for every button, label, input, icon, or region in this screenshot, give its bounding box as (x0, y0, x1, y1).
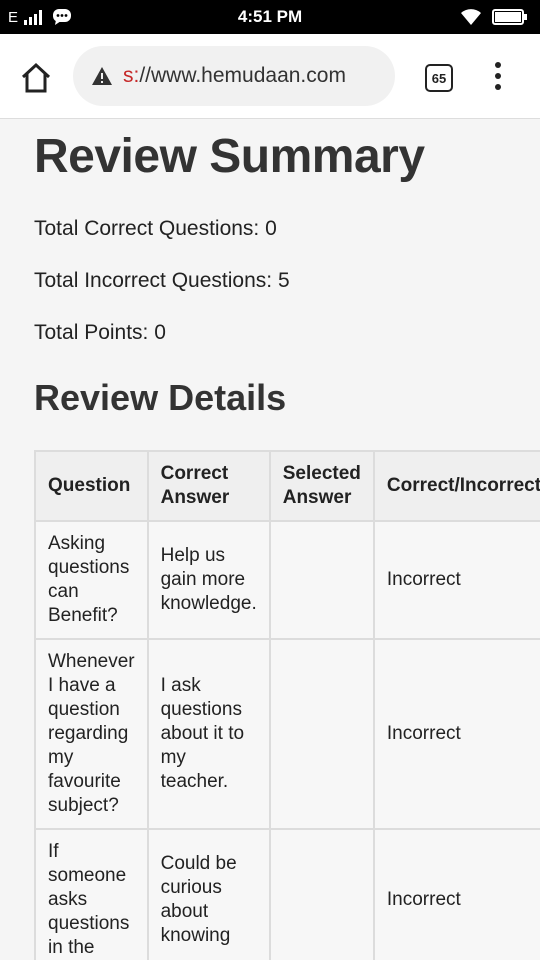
stat-total-incorrect: Total Incorrect Questions: 5 (34, 269, 290, 292)
cell-correct-answer: Could be curious about knowing (146, 828, 271, 960)
browser-toolbar: s://www.hemudaan.com 65 (0, 34, 540, 119)
clock: 4:51 PM (237, 7, 303, 26)
header-selected-answer: Selected Answer (268, 450, 375, 522)
status-left: E (0, 8, 72, 26)
status-bar: E 4:51 PM (0, 0, 540, 34)
status-right (460, 8, 540, 26)
cell-selected-answer (268, 828, 375, 960)
details-heading: Review Details (34, 377, 287, 418)
cell-result: Incorrect (372, 828, 540, 960)
url-scheme: s: (123, 64, 140, 87)
cell-question: If someone asks questions in the (34, 828, 149, 960)
tab-switcher-button[interactable]: 65 (425, 64, 453, 92)
cell-question: Asking questions can Benefit? (34, 520, 149, 640)
page-content: Review Summary Total Correct Questions: … (0, 119, 540, 960)
header-correct-answer: Correct Answer (146, 450, 271, 522)
wifi-icon (461, 8, 481, 25)
cell-result: Incorrect (372, 638, 540, 830)
stat-total-points: Total Points: 0 (34, 321, 166, 344)
battery-icon (492, 9, 527, 25)
chat-notification-icon (53, 9, 72, 25)
home-icon[interactable] (18, 60, 54, 96)
cell-correct-answer: I ask questions about it to my teacher. (146, 638, 271, 830)
table-row: Whenever I have a question regarding my … (34, 638, 540, 830)
table-row: Asking questions can Benefit? Help us ga… (34, 520, 540, 640)
cell-result: Incorrect (372, 520, 540, 640)
network-type: E (8, 8, 19, 26)
cell-question: Whenever I have a question regarding my … (34, 638, 149, 830)
signal-icon (24, 10, 43, 25)
cell-selected-answer (268, 520, 375, 640)
table-header-row: Question Correct Answer Selected Answer … (34, 450, 540, 522)
header-result: Correct/Incorrect (372, 450, 540, 522)
cell-selected-answer (268, 638, 375, 830)
warning-icon[interactable] (91, 65, 113, 87)
more-options-icon[interactable] (490, 60, 506, 92)
table-row: If someone asks questions in the Could b… (34, 828, 540, 960)
page-title: Review Summary (34, 130, 425, 183)
url-host: //www.hemudaan.com (139, 64, 346, 87)
stat-total-correct: Total Correct Questions: 0 (34, 217, 277, 240)
review-table: Question Correct Answer Selected Answer … (34, 450, 540, 960)
header-question: Question (34, 450, 149, 522)
cell-correct-answer: Help us gain more knowledge. (146, 520, 271, 640)
url-text[interactable]: s://www.hemudaan.com (123, 64, 346, 88)
address-bar[interactable]: s://www.hemudaan.com (73, 46, 395, 106)
